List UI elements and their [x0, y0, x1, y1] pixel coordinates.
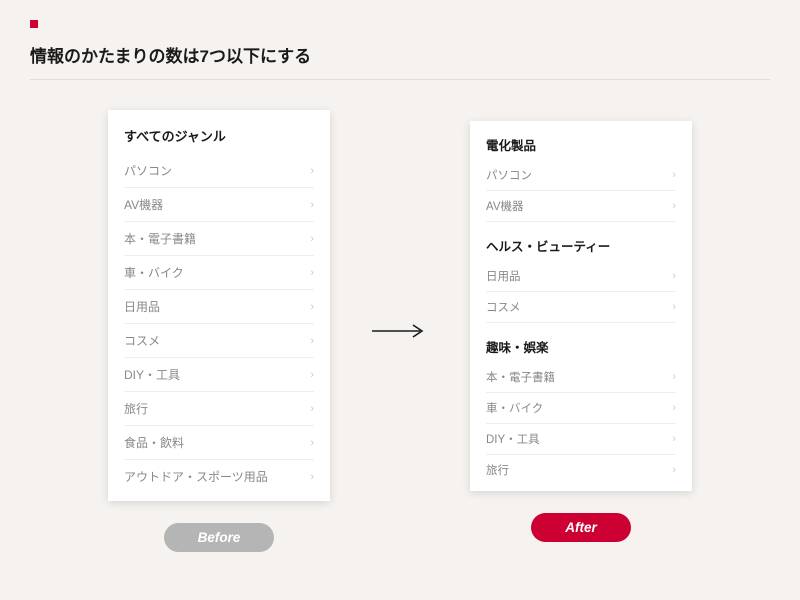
chevron-right-icon: › — [310, 199, 314, 211]
list-item-label: DIY・工具 — [486, 431, 540, 447]
chevron-right-icon: › — [310, 437, 314, 449]
list-item[interactable]: アウトドア・スポーツ用品 › — [124, 460, 314, 493]
chevron-right-icon: › — [310, 267, 314, 279]
after-group-title: 電化製品 — [486, 135, 676, 154]
list-item-label: パソコン — [124, 162, 172, 179]
list-item[interactable]: AV機器 › — [124, 188, 314, 222]
chevron-right-icon: › — [672, 402, 676, 414]
chevron-right-icon: › — [310, 335, 314, 347]
list-item-label: 旅行 — [124, 400, 148, 417]
list-item-label: 本・電子書籍 — [486, 369, 555, 385]
list-item-label: 本・電子書籍 — [124, 230, 196, 247]
before-panel: すべてのジャンル パソコン › AV機器 › 本・電子書籍 › 車・バイク › 日用品 ›… — [108, 110, 330, 501]
before-title: すべてのジャンル — [124, 126, 314, 145]
list-item-label: パソコン — [486, 167, 532, 183]
header — [30, 20, 770, 28]
list-item[interactable]: パソコン › — [124, 154, 314, 188]
list-item-label: アウトドア・スポーツ用品 — [124, 468, 268, 485]
list-item[interactable]: AV機器 › — [486, 191, 676, 222]
accent-square-icon — [30, 20, 38, 28]
before-label-pill: Before — [164, 523, 275, 552]
list-item[interactable]: 本・電子書籍 › — [486, 362, 676, 393]
chevron-right-icon: › — [672, 433, 676, 445]
list-item[interactable]: DIY・工具 › — [486, 424, 676, 455]
list-item-label: 日用品 — [486, 268, 521, 284]
chevron-right-icon: › — [310, 369, 314, 381]
list-item[interactable]: 車・バイク › — [486, 393, 676, 424]
list-item-label: 食品・飲料 — [124, 434, 184, 451]
list-item-label: 日用品 — [124, 298, 160, 315]
chevron-right-icon: › — [310, 233, 314, 245]
list-item[interactable]: コスメ › — [486, 292, 676, 323]
list-item-label: DIY・工具 — [124, 366, 180, 383]
list-item[interactable]: DIY・工具 › — [124, 358, 314, 392]
chevron-right-icon: › — [672, 270, 676, 282]
after-group-title: ヘルス・ビューティー — [486, 236, 676, 255]
chevron-right-icon: › — [672, 169, 676, 181]
before-column: すべてのジャンル パソコン › AV機器 › 本・電子書籍 › 車・バイク › 日用品 ›… — [108, 110, 330, 552]
chevron-right-icon: › — [672, 464, 676, 476]
list-item[interactable]: パソコン › — [486, 160, 676, 191]
list-item[interactable]: 車・バイク › — [124, 256, 314, 290]
list-item-label: コスメ — [124, 332, 160, 349]
after-panel: 電化製品 パソコン › AV機器 › ヘルス・ビューティー 日用品 › コスメ › 趣味… — [470, 121, 692, 491]
after-group-title: 趣味・娯楽 — [486, 337, 676, 356]
list-item-label: 車・バイク — [124, 264, 184, 281]
list-item[interactable]: コスメ › — [124, 324, 314, 358]
list-item[interactable]: 本・電子書籍 › — [124, 222, 314, 256]
chevron-right-icon: › — [310, 471, 314, 483]
chevron-right-icon: › — [310, 403, 314, 415]
comparison-content: すべてのジャンル パソコン › AV機器 › 本・電子書籍 › 車・バイク › 日用品 ›… — [30, 110, 770, 552]
list-item[interactable]: 日用品 › — [124, 290, 314, 324]
arrow-right-icon — [370, 318, 430, 344]
list-item-label: AV機器 — [124, 196, 163, 213]
after-column: 電化製品 パソコン › AV機器 › ヘルス・ビューティー 日用品 › コスメ › 趣味… — [470, 121, 692, 542]
list-item[interactable]: 日用品 › — [486, 261, 676, 292]
list-item-label: 車・バイク — [486, 400, 543, 416]
chevron-right-icon: › — [672, 301, 676, 313]
list-item[interactable]: 旅行 › — [124, 392, 314, 426]
list-item-label: 旅行 — [486, 462, 509, 478]
list-item-label: コスメ — [486, 299, 521, 315]
list-item[interactable]: 旅行 › — [486, 455, 676, 485]
list-item-label: AV機器 — [486, 198, 524, 214]
chevron-right-icon: › — [310, 165, 314, 177]
chevron-right-icon: › — [310, 301, 314, 313]
page-title: 情報のかたまりの数は7つ以下にする — [30, 42, 770, 67]
after-label-pill: After — [531, 513, 631, 542]
chevron-right-icon: › — [672, 371, 676, 383]
divider — [30, 79, 770, 80]
list-item[interactable]: 食品・飲料 › — [124, 426, 314, 460]
chevron-right-icon: › — [672, 200, 676, 212]
